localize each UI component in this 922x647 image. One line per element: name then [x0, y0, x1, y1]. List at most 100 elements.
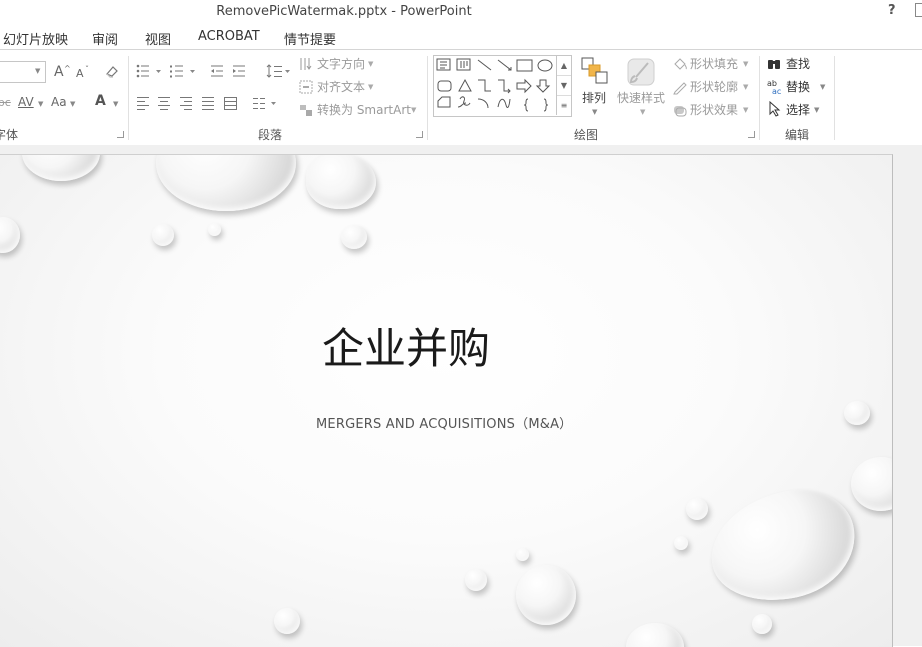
water-drop-decoration — [156, 155, 296, 211]
grow-font-button[interactable]: A — [54, 64, 64, 80]
water-drop-decoration — [22, 155, 100, 181]
water-drop-decoration — [516, 565, 576, 625]
water-drop-decoration — [465, 569, 487, 591]
right-arrow-shape-icon — [516, 78, 532, 94]
gallery-down-icon[interactable]: ▼ — [557, 76, 571, 96]
find-button[interactable]: 查找 — [786, 56, 810, 72]
slide-title[interactable]: 企业并购 — [322, 315, 490, 376]
strikethrough-button[interactable]: abc — [0, 95, 11, 111]
paragraph-dialog-launcher-icon[interactable] — [416, 131, 423, 138]
replace-icon: ab ac — [767, 79, 781, 96]
arrange-button[interactable]: 排列 — [582, 90, 606, 106]
water-drop-decoration — [208, 223, 221, 236]
convert-smartart-button[interactable]: 转换为 SmartArt — [317, 102, 411, 118]
shape-effects-icon — [674, 106, 687, 117]
rounded-rect-shape-icon — [437, 80, 452, 92]
font-size-input[interactable]: ▼ — [0, 61, 46, 83]
decrease-indent-icon — [211, 65, 223, 77]
water-drop-decoration — [844, 401, 870, 425]
water-drop-decoration — [752, 614, 772, 634]
paint-bucket-icon — [674, 58, 687, 70]
vertical-textbox-shape-icon — [456, 58, 471, 71]
water-drop-decoration — [152, 224, 174, 246]
chevron-down-icon: ▼ — [368, 83, 374, 91]
shape-fill-button[interactable]: 形状填充 — [690, 56, 738, 72]
pen-icon — [673, 82, 687, 95]
chevron-down-icon: ▼ — [814, 106, 820, 114]
font-group-label: 字体 — [0, 128, 19, 142]
drawing-group-label: 绘图 — [574, 128, 599, 142]
shrink-font-button[interactable]: A — [76, 66, 84, 82]
right-brace-shape-icon — [543, 98, 549, 112]
change-case-button[interactable]: Aa — [51, 94, 67, 110]
group-divider — [427, 56, 428, 140]
gallery-up-icon[interactable]: ▲ — [557, 56, 571, 76]
shape-outline-button[interactable]: 形状轮廓 — [690, 79, 738, 95]
bullets-icon — [136, 64, 149, 78]
quick-styles-button[interactable]: 快速样式 — [617, 90, 665, 106]
ribbon-tabs: 幻灯片放映 审阅 视图 ACROBAT 情节提要 — [0, 25, 922, 49]
line-spacing-icon[interactable] — [265, 62, 291, 82]
scribble-shape-icon — [457, 96, 471, 108]
tab-review[interactable]: 审阅 — [92, 29, 118, 48]
water-drop-decoration — [516, 548, 529, 561]
numbering-icon — [170, 65, 183, 78]
water-drop-decoration — [626, 623, 684, 647]
elbow-arrow-icon — [498, 79, 511, 94]
char-spacing-button[interactable]: AV — [18, 94, 34, 110]
font-dialog-launcher-icon[interactable] — [117, 131, 124, 138]
water-drop-decoration — [851, 457, 892, 511]
tab-acrobat[interactable]: ACROBAT — [198, 29, 260, 44]
rectangle-shape-icon — [516, 59, 533, 72]
paragraph-group-label: 段落 — [258, 128, 283, 142]
tab-slideshow[interactable]: 幻灯片放映 — [3, 29, 68, 48]
svg-text:ac: ac — [772, 87, 781, 96]
align-right-icon — [180, 97, 192, 110]
text-direction-icon — [300, 58, 312, 70]
align-text-button[interactable]: 对齐文本 — [317, 79, 365, 95]
chevron-down-icon: ▼ — [820, 83, 826, 91]
text-direction-button[interactable]: 文字方向 — [317, 56, 365, 72]
chevron-down-icon: ▼ — [743, 60, 749, 68]
align-text-icon — [299, 80, 313, 94]
down-arrow-shape-icon — [535, 79, 551, 93]
chevron-down-icon: ▼ — [38, 100, 44, 108]
group-divider — [128, 56, 129, 140]
drawing-dialog-launcher-icon[interactable] — [748, 131, 755, 138]
chevron-down-icon: ▼ — [113, 100, 119, 108]
slide-subtitle[interactable]: MERGERS AND ACQUISITIONS（M&A） — [316, 413, 572, 432]
line-shape-icon — [477, 59, 492, 71]
cursor-icon — [769, 101, 781, 117]
water-drop-decoration — [0, 217, 20, 253]
justify-icon — [202, 97, 214, 110]
select-button[interactable]: 选择 — [786, 102, 810, 118]
gallery-scroll[interactable]: ▲ ▼ ≡ — [556, 56, 571, 115]
shape-effects-button[interactable]: 形状效果 — [690, 102, 738, 118]
gallery-more-icon[interactable]: ≡ — [557, 96, 571, 115]
group-divider — [759, 56, 760, 140]
clear-formatting-icon[interactable] — [104, 63, 120, 79]
curve-shape-icon — [497, 98, 511, 108]
water-drop-decoration — [700, 478, 866, 614]
restore-icon[interactable] — [915, 3, 922, 17]
water-drop-decoration — [341, 225, 367, 249]
chevron-down-icon: ▼ — [743, 83, 749, 91]
replace-button[interactable]: 替换 — [786, 79, 810, 95]
slide-canvas[interactable]: 企业并购 MERGERS AND ACQUISITIONS（M&A） — [0, 154, 893, 647]
align-left-icon — [137, 97, 149, 110]
list-buttons — [136, 64, 245, 78]
left-brace-shape-icon — [523, 98, 529, 112]
tab-view[interactable]: 视图 — [145, 29, 171, 48]
font-color-button[interactable]: A — [95, 93, 106, 109]
chevron-down-icon: ▼ — [35, 67, 41, 75]
triangle-shape-icon — [458, 78, 472, 92]
caret-up-icon: ^ — [64, 64, 71, 73]
arrow-shape-icon — [497, 59, 512, 71]
tab-storyboard[interactable]: 情节提要 — [284, 29, 336, 48]
help-button[interactable]: ? — [888, 3, 896, 18]
window-title: RemovePicWatermak.pptx - PowerPoint — [216, 4, 472, 19]
water-drop-decoration — [306, 155, 376, 209]
distributed-icon — [224, 97, 237, 110]
caret-down-icon: ˇ — [85, 65, 89, 74]
arrange-icon — [581, 57, 608, 84]
